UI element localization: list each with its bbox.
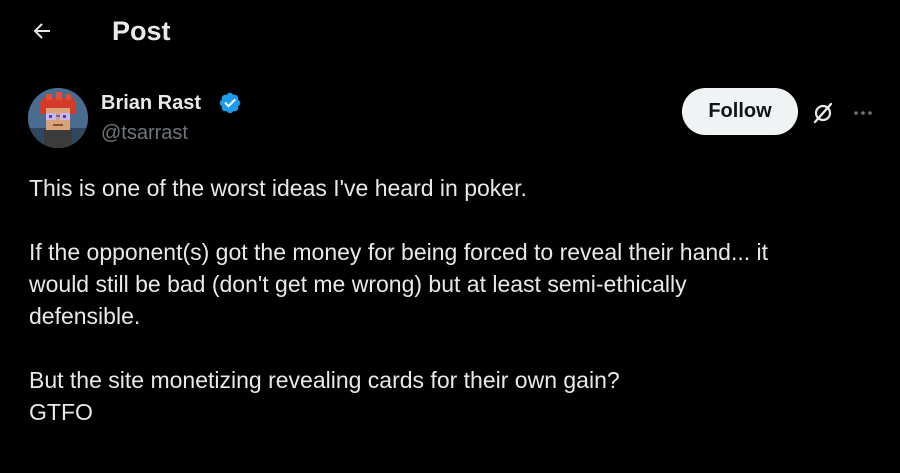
page-title: Post	[112, 16, 171, 46]
post-line: would still be bad (don't get me wrong) …	[29, 271, 687, 297]
follow-button[interactable]: Follow	[682, 88, 798, 135]
grok-icon	[813, 102, 833, 124]
more-button[interactable]	[848, 98, 878, 128]
verified-badge-icon	[219, 92, 241, 114]
arrow-left-icon	[33, 23, 50, 39]
author-name[interactable]: Brian Rast	[101, 90, 201, 116]
post-line: defensible.	[29, 303, 141, 329]
grok-button[interactable]	[808, 98, 838, 128]
post-line: But the site monetizing revealing cards …	[29, 367, 620, 393]
post-page: Post Brian Rast @tsarrast Follow This is…	[0, 0, 900, 473]
avatar-image	[28, 88, 88, 148]
avatar[interactable]	[28, 88, 88, 148]
post-text: This is one of the worst ideas I've hear…	[29, 172, 879, 428]
post-line: GTFO	[29, 399, 93, 425]
top-bar: Post	[0, 0, 900, 62]
post-line: This is one of the worst ideas I've hear…	[29, 175, 527, 201]
post-line: If the opponent(s) got the money for bei…	[29, 239, 768, 265]
back-button[interactable]	[24, 13, 60, 49]
more-horizontal-icon	[854, 111, 872, 115]
author-handle[interactable]: @tsarrast	[101, 120, 188, 146]
